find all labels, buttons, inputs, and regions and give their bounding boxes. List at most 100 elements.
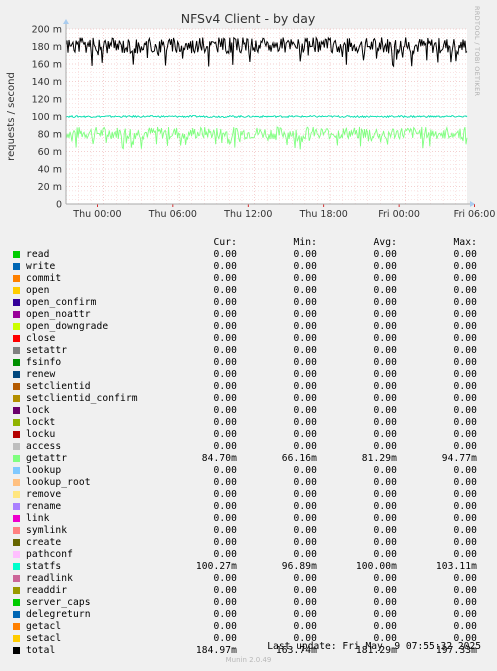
legend-max: 0.00 xyxy=(453,333,477,344)
x-tick-label: Fri 00:00 xyxy=(378,209,420,220)
legend-min: 0.00 xyxy=(293,405,317,416)
legend-label: close xyxy=(26,333,56,344)
legend-max: 0.00 xyxy=(453,369,477,380)
y-tick-label: 120 m xyxy=(32,95,62,106)
legend-max: 0.00 xyxy=(453,249,477,260)
legend-row-close: close 0.00 0.00 0.00 0.00 xyxy=(12,333,482,345)
legend-label: readdir xyxy=(26,585,68,596)
legend-max: 103.11m xyxy=(435,561,477,572)
legend-swatch xyxy=(13,575,20,582)
legend-header: Cur: Min: Avg: Max: xyxy=(12,237,482,249)
legend-max: 0.00 xyxy=(453,405,477,416)
legend-min: 0.00 xyxy=(293,537,317,548)
legend-cur: 0.00 xyxy=(213,621,237,632)
legend-label: getacl xyxy=(26,621,62,632)
legend-swatch xyxy=(13,395,20,402)
legend-avg: 100.00m xyxy=(355,561,397,572)
rrdtool-credit: RRDTOOL / TOBI OETIKER xyxy=(473,6,481,97)
legend-cur: 0.00 xyxy=(213,597,237,608)
legend-row-write: write 0.00 0.00 0.00 0.00 xyxy=(12,261,482,273)
legend-max: 0.00 xyxy=(453,381,477,392)
legend-avg: 0.00 xyxy=(373,585,397,596)
legend-avg: 0.00 xyxy=(373,285,397,296)
legend-min: 0.00 xyxy=(293,597,317,608)
legend-max: 0.00 xyxy=(453,321,477,332)
legend-label: statfs xyxy=(26,561,62,572)
legend-cur: 0.00 xyxy=(213,573,237,584)
legend-row-setattr: setattr 0.00 0.00 0.00 0.00 xyxy=(12,345,482,357)
legend-avg: 0.00 xyxy=(373,477,397,488)
legend-swatch xyxy=(13,443,20,450)
legend-row-readdir: readdir 0.00 0.00 0.00 0.00 xyxy=(12,585,482,597)
header-cur: Cur: xyxy=(213,237,237,248)
legend-max: 0.00 xyxy=(453,525,477,536)
legend-avg: 0.00 xyxy=(373,537,397,548)
legend-swatch xyxy=(13,359,20,366)
legend-avg: 0.00 xyxy=(373,441,397,452)
legend-min: 0.00 xyxy=(293,429,317,440)
legend-row-symlink: symlink 0.00 0.00 0.00 0.00 xyxy=(12,525,482,537)
legend-min: 0.00 xyxy=(293,621,317,632)
legend-label: delegreturn xyxy=(26,609,91,620)
legend-row-lookup_root: lookup_root 0.00 0.00 0.00 0.00 xyxy=(12,477,482,489)
legend-min: 66.16m xyxy=(281,453,317,464)
legend-avg: 0.00 xyxy=(373,573,397,584)
legend-avg: 0.00 xyxy=(373,273,397,284)
legend-label: remove xyxy=(26,489,62,500)
legend-min: 0.00 xyxy=(293,489,317,500)
legend-avg: 0.00 xyxy=(373,369,397,380)
legend-max: 0.00 xyxy=(453,609,477,620)
legend-row-lockt: lockt 0.00 0.00 0.00 0.00 xyxy=(12,417,482,429)
legend-min: 0.00 xyxy=(293,273,317,284)
legend-swatch xyxy=(13,539,20,546)
y-tick-label: 80 m xyxy=(38,130,62,141)
legend-swatch xyxy=(13,527,20,534)
legend-cur: 100.27m xyxy=(195,561,237,572)
legend-cur: 0.00 xyxy=(213,405,237,416)
legend-cur: 0.00 xyxy=(213,537,237,548)
legend-max: 0.00 xyxy=(453,393,477,404)
x-tick-label: Thu 12:00 xyxy=(223,209,272,220)
legend-min: 96.89m xyxy=(281,561,317,572)
chart-area: 0 20 m 40 m 60 m 80 m 100 m 120 m 140 m 160 m 180… xyxy=(0,0,497,230)
legend-label: server_caps xyxy=(26,597,91,608)
legend-max: 0.00 xyxy=(453,285,477,296)
legend-cur: 0.00 xyxy=(213,249,237,260)
legend-label: getattr xyxy=(26,453,68,464)
legend-label: setattr xyxy=(26,345,68,356)
legend-swatch xyxy=(13,563,20,570)
legend-swatch xyxy=(13,323,20,330)
legend-avg: 0.00 xyxy=(373,297,397,308)
chart-svg: 0 20 m 40 m 60 m 80 m 100 m 120 m 140 m 160 m 180… xyxy=(6,11,495,220)
legend: Cur: Min: Avg: Max: read 0.00 0.00 0.00 0.00… xyxy=(12,237,482,657)
legend-min: 0.00 xyxy=(293,525,317,536)
legend-row-remove: remove 0.00 0.00 0.00 0.00 xyxy=(12,489,482,501)
legend-avg: 0.00 xyxy=(373,333,397,344)
legend-row-lookup: lookup 0.00 0.00 0.00 0.00 xyxy=(12,465,482,477)
legend-label: readlink xyxy=(26,573,74,584)
legend-cur: 0.00 xyxy=(213,345,237,356)
legend-cur: 0.00 xyxy=(213,609,237,620)
legend-label: fsinfo xyxy=(26,357,62,368)
legend-row-setclientid_confirm: setclientid_confirm 0.00 0.00 0.00 0.00 xyxy=(12,393,482,405)
legend-swatch xyxy=(13,503,20,510)
legend-swatch xyxy=(13,299,20,306)
y-tick-label: 40 m xyxy=(38,165,62,176)
legend-swatch xyxy=(13,515,20,522)
legend-max: 0.00 xyxy=(453,417,477,428)
legend-row-getattr: getattr 84.70m 66.16m 81.29m 94.77m xyxy=(12,453,482,465)
legend-min: 0.00 xyxy=(293,477,317,488)
legend-max: 0.00 xyxy=(453,621,477,632)
legend-cur: 0.00 xyxy=(213,417,237,428)
legend-max: 0.00 xyxy=(453,465,477,476)
legend-max: 0.00 xyxy=(453,477,477,488)
legend-min: 0.00 xyxy=(293,345,317,356)
legend-min: 0.00 xyxy=(293,321,317,332)
legend-max: 0.00 xyxy=(453,597,477,608)
legend-label: read xyxy=(26,249,50,260)
legend-max: 0.00 xyxy=(453,441,477,452)
legend-min: 0.00 xyxy=(293,297,317,308)
legend-cur: 0.00 xyxy=(213,633,237,644)
legend-swatch xyxy=(13,347,20,354)
y-tick-label: 160 m xyxy=(32,60,62,71)
